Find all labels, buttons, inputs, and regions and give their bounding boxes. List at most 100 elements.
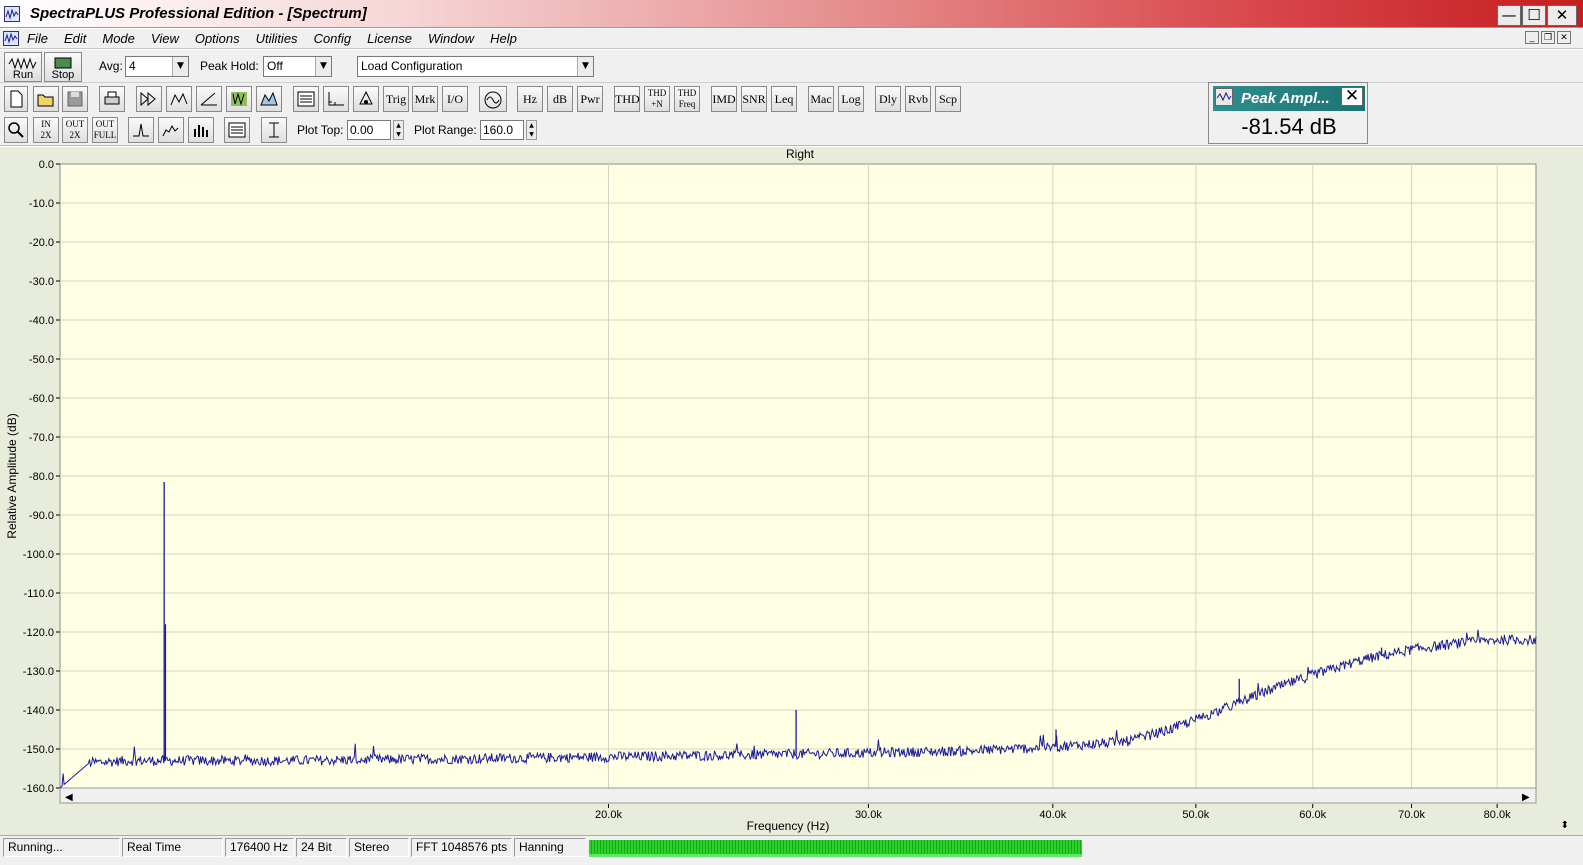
input-level-meter (589, 840, 1082, 854)
hz-button[interactable]: Hz (517, 86, 543, 112)
status-mode: Real Time (122, 838, 223, 857)
menu-edit[interactable]: Edit (64, 31, 86, 46)
x-tick-label: 70.0k (1398, 809, 1425, 821)
pwr-button[interactable]: Pwr (577, 86, 603, 112)
axis-settings-icon[interactable] (323, 86, 349, 112)
spectrogram-icon[interactable] (226, 86, 252, 112)
menu-items: File Edit Mode View Options Utilities Co… (27, 31, 533, 46)
peak-hold-select[interactable]: Off ▼ (263, 56, 332, 77)
y-tick-label: -80.0 (29, 471, 54, 483)
dly-button[interactable]: Dly (875, 86, 901, 112)
zoom-out-full-button[interactable]: OUT FULL (92, 117, 118, 143)
plot-range-spinner[interactable]: ▲ ▼ (526, 120, 537, 140)
scroll-right-icon[interactable]: ▶ (1522, 792, 1530, 803)
close-button[interactable]: ✕ (1547, 5, 1577, 26)
chevron-down-icon[interactable]: ▼ (172, 57, 188, 76)
db-button[interactable]: dB (547, 86, 573, 112)
plot-range-input[interactable]: 160.0 (480, 120, 524, 140)
mdi-minimize-icon[interactable]: _ (1525, 31, 1539, 44)
y-tick-label: -150.0 (23, 744, 54, 756)
y-tick-label: -40.0 (29, 315, 54, 327)
status-sample-rate: 176400 Hz (225, 838, 294, 857)
line-plot-icon[interactable] (158, 117, 184, 143)
time-series-icon[interactable] (196, 86, 222, 112)
chevron-down-icon[interactable]: ▼ (577, 57, 593, 76)
plot-top-spinner[interactable]: ▲ ▼ (393, 120, 404, 140)
mrk-button[interactable]: Mrk (412, 86, 438, 112)
resize-grip-icon[interactable]: ⬍ (1561, 820, 1569, 831)
minimize-button[interactable]: — (1497, 5, 1521, 26)
plot-top-input[interactable]: 0.00 (347, 120, 391, 140)
main-toolbar: Run Stop Avg: 4 ▼ Peak Hold: Off ▼ Load … (0, 50, 1583, 83)
display-settings-icon[interactable] (293, 86, 319, 112)
trigger-settings-icon[interactable] (353, 86, 379, 112)
menu-view[interactable]: View (151, 31, 179, 46)
window-title: SpectraPLUS Professional Edition - [Spec… (30, 5, 367, 22)
chevron-down-icon[interactable]: ▼ (315, 57, 331, 76)
horizontal-scrollbar[interactable] (59, 787, 1537, 804)
spectrum-chart[interactable]: Right 0.0 -10.0 -20.0 -30.0 -40.0 -50.0 -60.0 -7… (0, 147, 1583, 835)
y-tick-label: -90.0 (29, 510, 54, 522)
peak-amplitude-window: Peak Ampl... ✕ -81.54 dB (1208, 82, 1368, 144)
config-select[interactable]: Load Configuration ▼ (357, 56, 594, 77)
rvb-button[interactable]: Rvb (905, 86, 931, 112)
maximize-button[interactable]: ☐ (1522, 5, 1546, 26)
mac-button[interactable]: Mac (808, 86, 834, 112)
avg-select[interactable]: 4 ▼ (125, 56, 189, 77)
save-button[interactable] (62, 86, 88, 112)
scp-button[interactable]: Scp (935, 86, 961, 112)
fast-forward-icon[interactable] (136, 86, 162, 112)
zoom-out-2x-button[interactable]: OUT 2X (62, 117, 88, 143)
y-tick-label: -160.0 (23, 783, 54, 795)
input-level-meter-peak (589, 854, 1082, 857)
leq-button[interactable]: Leq (771, 86, 797, 112)
signal-generator-icon[interactable] (479, 86, 507, 112)
thdn-bottom-label: +N (651, 99, 663, 109)
stop-button[interactable]: Stop (44, 52, 82, 82)
x-axis-label: Frequency (Hz) (747, 819, 830, 833)
spectrum-mode-icon[interactable] (166, 86, 192, 112)
peak-marker-icon[interactable] (128, 117, 154, 143)
print-button[interactable] (99, 86, 125, 112)
peak-hold-value: Off (267, 59, 283, 73)
trig-button[interactable]: Trig (383, 86, 409, 112)
zoom-icon[interactable] (4, 117, 28, 143)
run-label: Run (12, 69, 34, 81)
menu-mode[interactable]: Mode (102, 31, 135, 46)
imd-button[interactable]: IMD (711, 86, 737, 112)
status-bar: Running... Real Time 176400 Hz 24 Bit St… (0, 820, 1583, 865)
menu-options[interactable]: Options (195, 31, 240, 46)
menu-file[interactable]: File (27, 31, 48, 46)
snr-button[interactable]: SNR (741, 86, 767, 112)
avg-label: Avg: (99, 59, 123, 73)
new-file-button[interactable] (4, 86, 28, 112)
app-icon[interactable] (4, 6, 20, 22)
menu-window[interactable]: Window (428, 31, 474, 46)
run-button[interactable]: Run (4, 52, 42, 82)
open-file-button[interactable] (33, 86, 59, 112)
y-tick-label: -60.0 (29, 393, 54, 405)
y-axis-label: Relative Amplitude (dB) (5, 413, 19, 538)
y-tick-label: -50.0 (29, 354, 54, 366)
menu-config[interactable]: Config (314, 31, 352, 46)
mdi-close-icon[interactable]: ✕ (1557, 31, 1571, 44)
menu-license[interactable]: License (367, 31, 412, 46)
config-value: Load Configuration (361, 59, 463, 73)
io-button[interactable]: I/O (442, 86, 468, 112)
thdn-button[interactable]: THD +N (644, 86, 670, 112)
list-view-icon[interactable] (224, 117, 250, 143)
thd-button[interactable]: THD (614, 86, 640, 112)
plot-top-label: Plot Top: (297, 123, 344, 137)
vertical-range-icon[interactable] (261, 117, 287, 143)
bar-plot-icon[interactable] (188, 117, 214, 143)
document-icon[interactable] (3, 31, 19, 46)
3d-surface-icon[interactable] (256, 86, 282, 112)
zoom-in-2x-button[interactable]: IN 2X (33, 117, 59, 143)
log-button[interactable]: Log (838, 86, 864, 112)
thd-freq-button[interactable]: THD Freq (674, 86, 700, 112)
scroll-left-icon[interactable]: ◀ (65, 792, 73, 803)
menu-utilities[interactable]: Utilities (256, 31, 298, 46)
mdi-restore-icon[interactable]: ❐ (1541, 31, 1555, 44)
peak-window-close-button[interactable]: ✕ (1341, 87, 1363, 106)
menu-help[interactable]: Help (490, 31, 517, 46)
